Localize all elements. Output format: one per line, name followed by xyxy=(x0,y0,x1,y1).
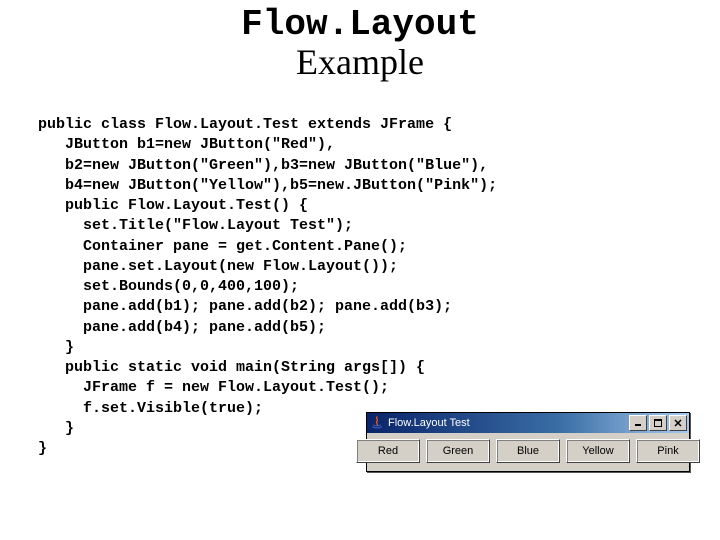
window-title: Flow.Layout Test xyxy=(388,417,629,429)
button-yellow[interactable]: Yellow xyxy=(566,439,630,463)
close-button[interactable] xyxy=(669,415,687,431)
maximize-button[interactable] xyxy=(649,415,667,431)
code-block: public class Flow.Layout.Test extends JF… xyxy=(38,115,497,459)
button-green[interactable]: Green xyxy=(426,439,490,463)
window-titlebar[interactable]: Flow.Layout Test xyxy=(367,413,689,433)
java-icon xyxy=(370,416,384,430)
button-pink[interactable]: Pink xyxy=(636,439,700,463)
example-window: Flow.Layout Test Red Green Blue Yellow P… xyxy=(366,412,690,472)
window-client-area: Red Green Blue Yellow Pink xyxy=(367,433,689,471)
window-controls xyxy=(629,415,687,431)
slide-title: Flow.Layout Example xyxy=(0,0,720,82)
button-blue[interactable]: Blue xyxy=(496,439,560,463)
title-line-1: Flow.Layout xyxy=(0,6,720,44)
button-red[interactable]: Red xyxy=(356,439,420,463)
minimize-button[interactable] xyxy=(629,415,647,431)
title-line-2: Example xyxy=(0,44,720,82)
slide: Flow.Layout Example public class Flow.La… xyxy=(0,0,720,540)
